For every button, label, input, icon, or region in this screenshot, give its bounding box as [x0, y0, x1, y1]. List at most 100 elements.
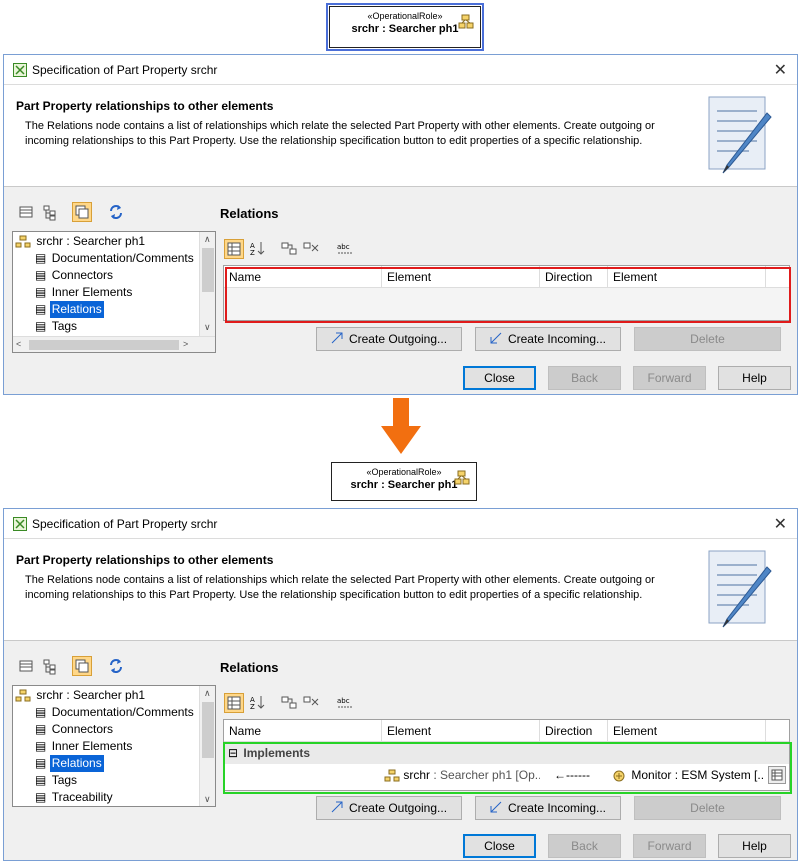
create-incoming-button[interactable]: Create Incoming...: [475, 327, 621, 351]
tree-panel[interactable]: srchr : Searcher ph1 ▤ Documentation/Com…: [12, 685, 216, 807]
table-header: Name Element Direction Element: [224, 720, 789, 742]
as-list-icon[interactable]: [16, 656, 36, 676]
dialog-titlebar[interactable]: Specification of Part Property srchr ✕: [4, 509, 797, 539]
empty-relations-highlight: [225, 267, 791, 323]
close-button[interactable]: Close: [463, 366, 536, 390]
help-button[interactable]: Help: [718, 834, 791, 858]
scroll-up-icon[interactable]: ∧: [204, 688, 211, 699]
svg-text:Z: Z: [250, 249, 255, 257]
column-element[interactable]: Element: [382, 720, 540, 742]
horizontal-scrollbar[interactable]: < >: [13, 336, 215, 352]
close-icon[interactable]: ✕: [774, 60, 787, 80]
delete-button[interactable]: Delete: [634, 327, 781, 351]
close-button[interactable]: Close: [463, 834, 536, 858]
refresh-icon[interactable]: [106, 656, 126, 676]
close-icon[interactable]: ✕: [774, 514, 787, 534]
tree-view-icon[interactable]: [40, 656, 60, 676]
column-direction[interactable]: Direction: [540, 720, 608, 742]
tree-item-relations[interactable]: ▤ Relations: [35, 301, 104, 318]
scroll-thumb[interactable]: [202, 248, 214, 292]
show-all-icon[interactable]: [72, 656, 92, 676]
as-list-icon[interactable]: [16, 202, 36, 222]
specification-icon: [13, 63, 27, 80]
info-panel: Part Property relationships to other ele…: [4, 85, 797, 187]
info-panel: Part Property relationships to other ele…: [4, 539, 797, 641]
info-text: The Relations node contains a list of re…: [25, 120, 655, 147]
document-icon: ▤: [35, 739, 47, 753]
column-name[interactable]: Name: [224, 720, 382, 742]
document-icon: ▤: [35, 773, 47, 787]
part-property-icon: [458, 14, 474, 33]
operational-role-box[interactable]: «OperationalRole» srchr : Searcher ph1: [331, 462, 477, 501]
document-icon: ▤: [35, 268, 47, 282]
tree-item-tags[interactable]: ▤ Tags: [35, 772, 79, 789]
scroll-thumb[interactable]: [202, 702, 214, 758]
create-outgoing-button[interactable]: Create Outgoing...: [316, 796, 462, 820]
dialog-title: Specification of Part Property srchr: [32, 63, 218, 77]
expand-all-icon[interactable]: [280, 693, 300, 713]
relations-title: Relations: [220, 660, 279, 675]
tree-item-connectors[interactable]: ▤ Connectors: [35, 267, 115, 284]
sort-icon[interactable]: AZ: [248, 239, 268, 259]
down-arrow-icon: [381, 398, 421, 459]
forward-button[interactable]: Forward: [633, 834, 706, 858]
create-outgoing-button[interactable]: Create Outgoing...: [316, 327, 462, 351]
scroll-right-icon[interactable]: >: [183, 339, 188, 349]
relations-title: Relations: [220, 206, 279, 221]
collapse-all-icon[interactable]: [302, 239, 322, 259]
info-heading: Part Property relationships to other ele…: [16, 553, 274, 567]
tree-item-tags[interactable]: ▤ Tags: [35, 318, 79, 335]
document-icon: ▤: [35, 756, 47, 770]
scroll-thumb[interactable]: [29, 340, 179, 350]
create-incoming-button[interactable]: Create Incoming...: [475, 796, 621, 820]
tree-view-icon[interactable]: [40, 202, 60, 222]
scroll-up-icon[interactable]: ∧: [204, 234, 211, 245]
document-icon: ▤: [35, 722, 47, 736]
sort-icon[interactable]: AZ: [248, 693, 268, 713]
tree-panel[interactable]: srchr : Searcher ph1 ▤ Documentation/Com…: [12, 231, 216, 353]
spelling-icon[interactable]: abc: [336, 693, 356, 713]
tree-item-documentation[interactable]: ▤ Documentation/Comments: [35, 704, 196, 721]
delete-button[interactable]: Delete: [634, 796, 781, 820]
arrow-incoming-icon: [490, 329, 502, 351]
specification-icon: [13, 517, 27, 534]
tree-item-documentation[interactable]: ▤ Documentation/Comments: [35, 250, 196, 267]
operational-role-box[interactable]: «OperationalRole» srchr : Searcher ph1: [326, 3, 484, 51]
spelling-icon[interactable]: abc: [336, 239, 356, 259]
tree-root[interactable]: srchr : Searcher ph1: [15, 687, 147, 704]
tree-item-relations[interactable]: ▤ Relations: [35, 755, 104, 772]
scroll-down-icon[interactable]: ∨: [204, 322, 211, 333]
group-by-icon[interactable]: [224, 693, 244, 713]
scroll-down-icon[interactable]: ∨: [204, 794, 211, 805]
refresh-icon[interactable]: [106, 202, 126, 222]
expand-all-icon[interactable]: [280, 239, 300, 259]
group-by-icon[interactable]: [224, 239, 244, 259]
collapse-all-icon[interactable]: [302, 693, 322, 713]
show-all-icon[interactable]: [72, 202, 92, 222]
dialog-titlebar[interactable]: Specification of Part Property srchr ✕: [4, 55, 797, 85]
svg-text:Z: Z: [250, 703, 255, 711]
tree-item-connectors[interactable]: ▤ Connectors: [35, 721, 115, 738]
dialog-title: Specification of Part Property srchr: [32, 517, 218, 531]
back-button[interactable]: Back: [548, 834, 621, 858]
column-element-2[interactable]: Element: [608, 720, 766, 742]
arrow-incoming-icon: [490, 798, 502, 820]
document-pencil-icon: [705, 547, 777, 636]
forward-button[interactable]: Forward: [633, 366, 706, 390]
tree-item-traceability[interactable]: ▤ Traceability: [35, 789, 115, 806]
svg-text:abc: abc: [337, 697, 350, 705]
vertical-scrollbar[interactable]: ∧ ∨: [199, 686, 215, 806]
svg-text:abc: abc: [337, 243, 350, 251]
dialog-body: srchr : Searcher ph1 ▤ Documentation/Com…: [4, 641, 797, 859]
specification-dialog-before: Specification of Part Property srchr ✕ P…: [3, 54, 798, 395]
arrow-outgoing-icon: [331, 329, 343, 351]
document-icon: ▤: [35, 251, 47, 265]
vertical-scrollbar[interactable]: ∧ ∨: [199, 232, 215, 336]
document-icon: ▤: [35, 319, 47, 333]
help-button[interactable]: Help: [718, 366, 791, 390]
back-button[interactable]: Back: [548, 366, 621, 390]
scroll-left-icon[interactable]: <: [16, 339, 21, 349]
tree-item-inner-elements[interactable]: ▤ Inner Elements: [35, 284, 134, 301]
tree-root[interactable]: srchr : Searcher ph1: [15, 233, 147, 250]
tree-item-inner-elements[interactable]: ▤ Inner Elements: [35, 738, 134, 755]
